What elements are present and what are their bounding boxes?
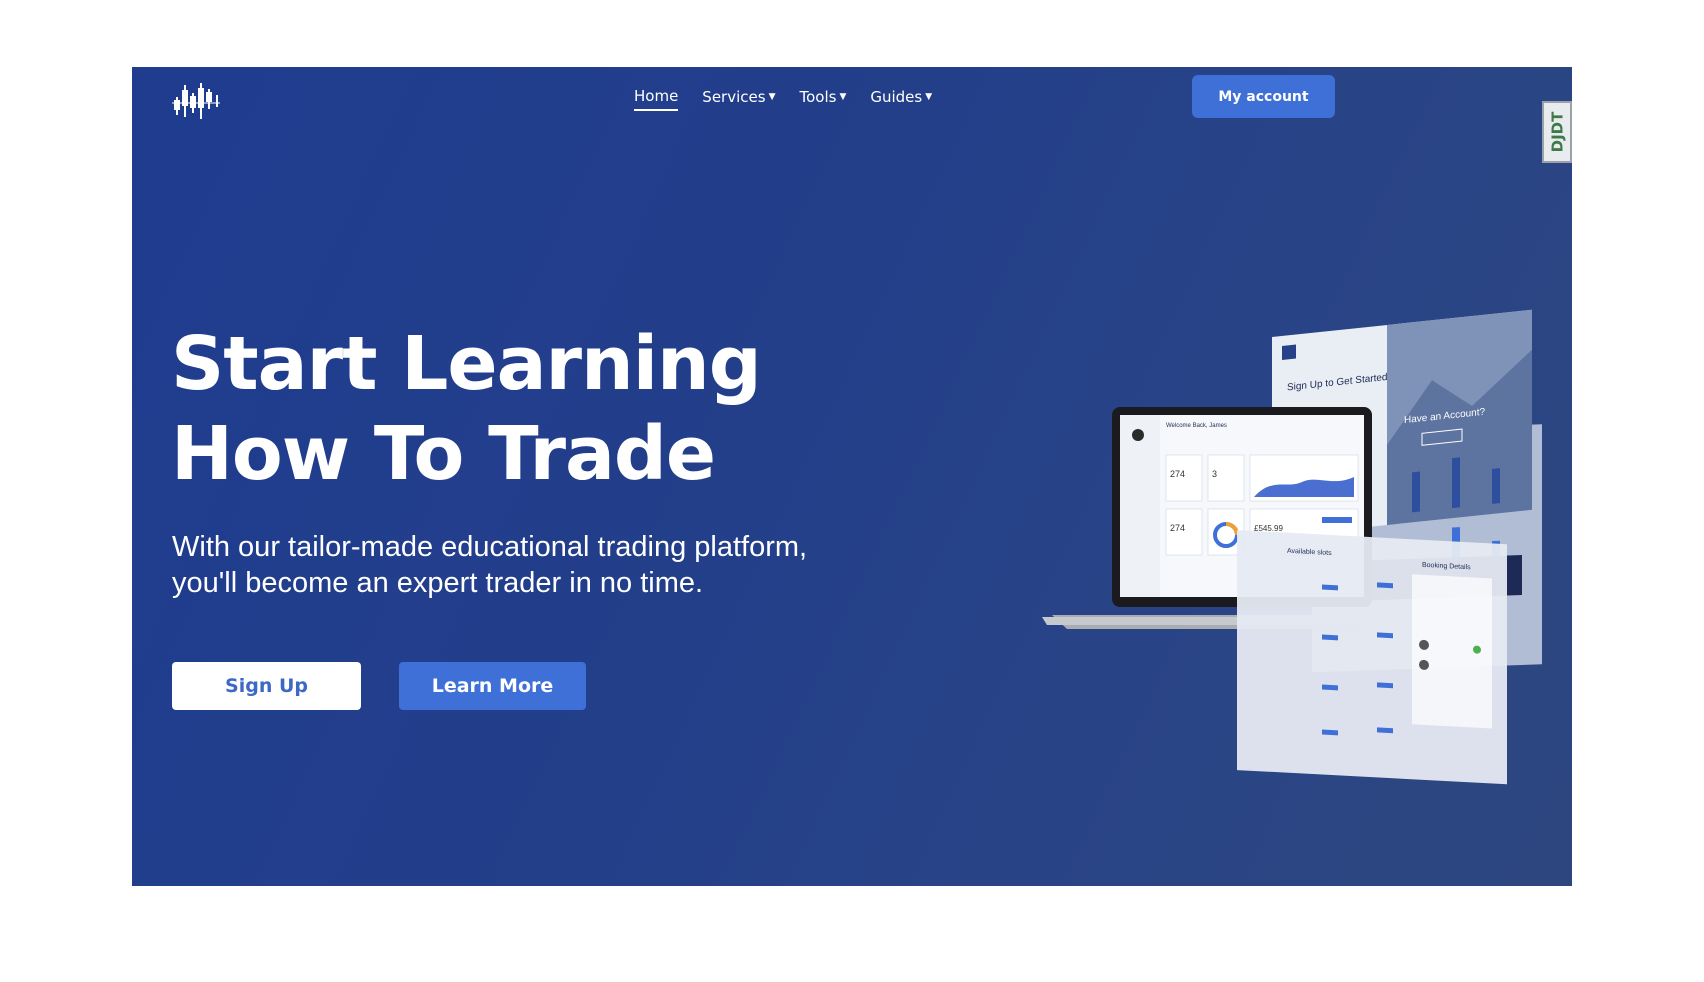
nav-item-label: Services [702, 88, 766, 106]
debug-toolbar-handle[interactable]: DJDT [1542, 101, 1572, 163]
dashboard-greeting: Welcome Back, James [1166, 423, 1227, 429]
stat-count: 3 [1212, 469, 1217, 479]
candlestick-logo-icon[interactable] [172, 79, 220, 119]
nav-item-home[interactable]: Home [634, 87, 679, 111]
debug-toolbar-label: DJDT [1548, 111, 1566, 153]
stat-total: 274 [1170, 469, 1185, 479]
my-account-button[interactable]: My account [1192, 75, 1335, 118]
nav-item-guides[interactable]: Guides ▼ [870, 87, 932, 111]
hero-subtitle-line-1: With our tailor-made educational trading… [172, 531, 808, 563]
nav-item-label: Tools [799, 88, 837, 106]
hero-subtitle: With our tailor-made educational trading… [172, 529, 892, 601]
nav-item-label: Home [634, 87, 679, 105]
chevron-down-icon: ▼ [925, 91, 933, 102]
booking-card: Available slots Booking Details [1237, 530, 1507, 785]
sign-up-button[interactable]: Sign Up [172, 662, 361, 710]
nav-item-label: Guides [870, 88, 923, 106]
chevron-down-icon: ▼ [839, 91, 847, 102]
hero-subtitle-line-2: you'll become an expert trader in no tim… [172, 567, 704, 599]
hero-section: Home Services ▼ Tools ▼ Guides ▼ My acco… [132, 67, 1572, 886]
platform-mockup-illustration: Sign Up to Get Started Have an Account? … [1042, 309, 1542, 785]
hero-title-line-1: Start Learning [171, 321, 762, 407]
hero-title-line-2: How To Trade [171, 411, 716, 497]
main-nav: Home Services ▼ Tools ▼ Guides ▼ [634, 87, 932, 111]
stat-total-2: 274 [1170, 523, 1185, 533]
nav-item-tools[interactable]: Tools ▼ [799, 87, 846, 111]
learn-more-button[interactable]: Learn More [399, 662, 586, 710]
nav-item-services[interactable]: Services ▼ [702, 87, 775, 111]
hero-title: Start Learning How To Trade [171, 319, 762, 499]
chevron-down-icon: ▼ [768, 91, 776, 102]
